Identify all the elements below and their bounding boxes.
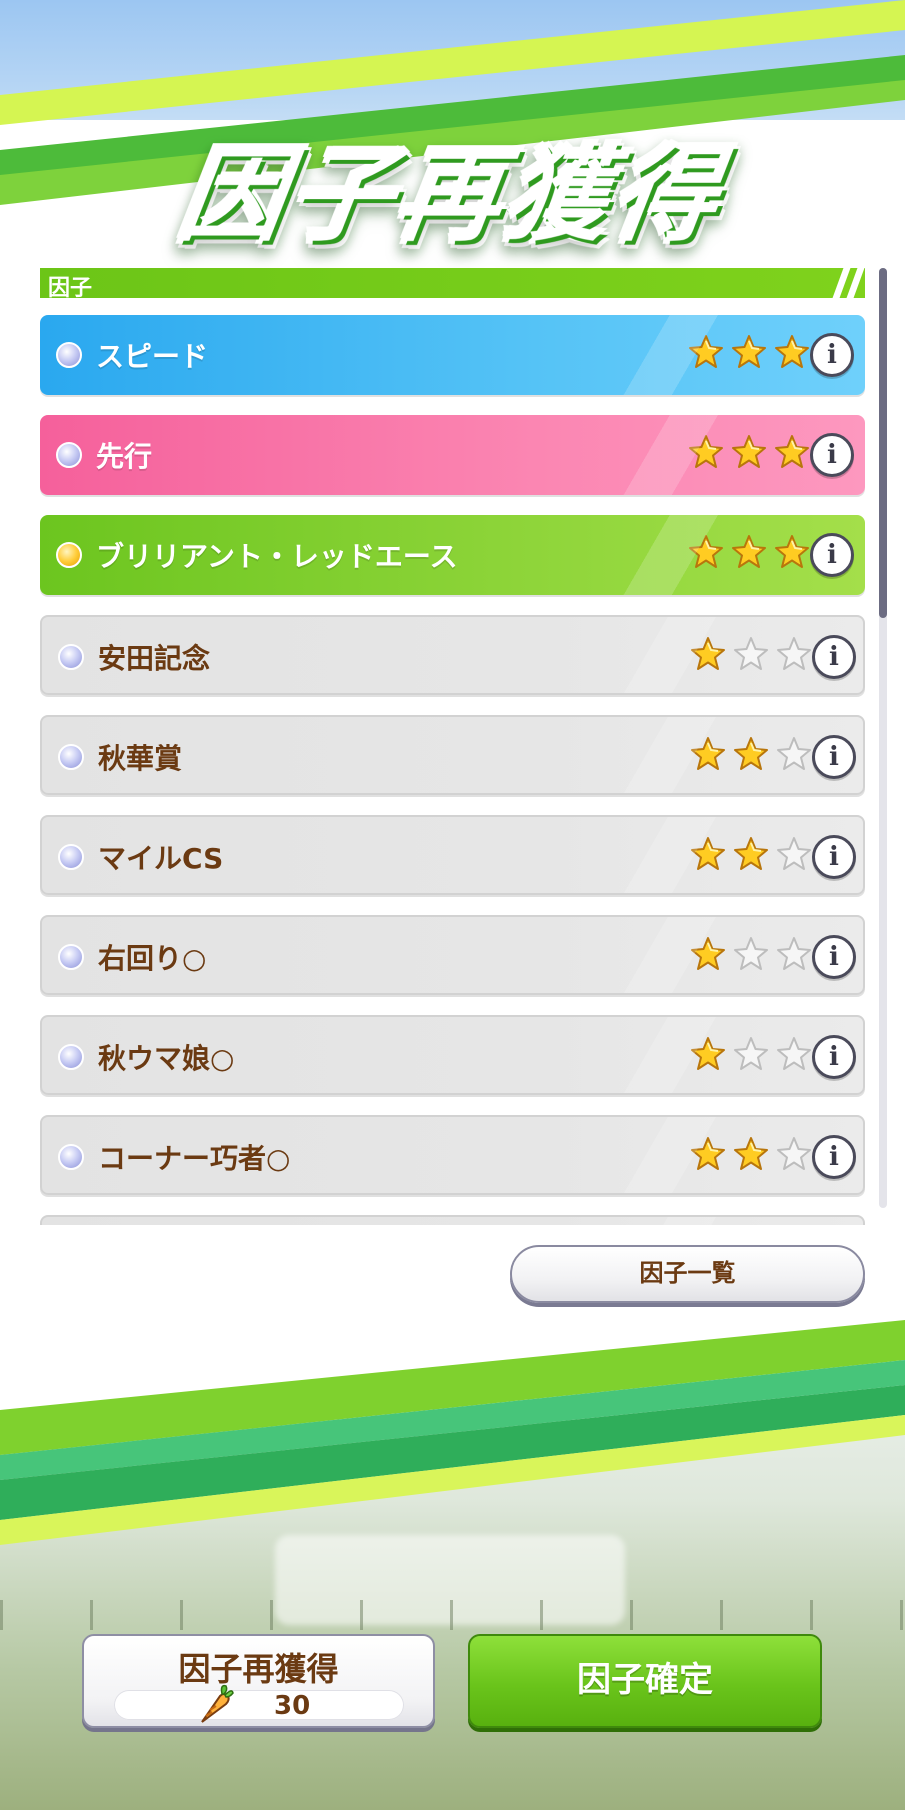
star-filled-icon [691,837,725,870]
factor-type-dot [58,1144,84,1170]
star-filled-icon [689,535,723,568]
factor-type-dot [56,542,82,568]
star-filled-icon [691,1137,725,1170]
star-empty-icon [777,737,812,770]
star-filled-icon [691,937,725,970]
star-empty-icon [734,637,769,670]
star-filled-icon [734,737,769,770]
info-icon[interactable]: i [810,533,854,577]
star-filled-icon [775,535,810,568]
factor-name: 右回り○ [98,942,207,975]
info-icon[interactable]: i [810,333,854,377]
factor-row[interactable] [40,1215,865,1225]
star-filled-icon [689,335,723,368]
star-filled-icon [775,335,810,368]
factor-type-dot [56,342,82,368]
star-filled-icon [732,335,767,368]
star-empty-icon [734,937,769,970]
star-filled-icon [691,637,725,670]
factor-name: コーナー巧者○ [98,1142,291,1175]
factor-list-button[interactable]: 因子一覧 [510,1245,865,1303]
factor-row[interactable]: 秋ウマ娘○ i [40,1015,865,1095]
factor-type-dot [58,844,84,870]
info-icon[interactable]: i [812,735,856,779]
factor-row[interactable]: 先行 i [40,415,865,495]
factor-type-dot [58,644,84,670]
star-empty-icon [777,637,812,670]
star-filled-icon [691,737,725,770]
factor-name: 先行 [96,440,153,473]
factor-row[interactable]: スピード i [40,315,865,395]
list-scrollbar[interactable] [879,268,887,1208]
star-empty-icon [777,1137,812,1170]
factor-stars [690,935,814,979]
factor-row[interactable]: 安田記念 i [40,615,865,695]
factor-row[interactable]: ブリリアント・レッドエース i [40,515,865,595]
star-empty-icon [734,1037,769,1070]
reacquire-cost: 30 [114,1684,404,1723]
factor-stars [688,533,812,577]
reacquire-button-label: 因子再獲得 [178,1650,339,1688]
factor-name: 秋ウマ娘○ [98,1042,235,1075]
page-title: 因子再獲得 [0,110,905,256]
factor-type-dot [56,442,82,468]
info-icon[interactable]: i [810,433,854,477]
header-slash [846,268,865,298]
carrot-icon [201,1684,234,1723]
factor-name: マイルCS [98,842,224,875]
star-empty-icon [777,837,812,870]
factor-stars [688,433,812,477]
factor-type-dot [58,744,84,770]
section-header: 因子 [40,268,865,298]
info-icon[interactable]: i [812,1035,856,1079]
star-filled-icon [734,1137,769,1170]
star-empty-icon [777,1037,812,1070]
factor-type-dot [58,1044,84,1070]
factor-name: 安田記念 [98,642,211,675]
fence [0,1600,905,1630]
factor-stars [690,1035,814,1079]
factor-row[interactable]: 秋華賞 i [40,715,865,795]
star-empty-icon [777,937,812,970]
section-header-label: 因子 [48,276,93,301]
factor-stars [690,735,814,779]
factor-name: ブリリアント・レッドエース [96,540,458,573]
factor-row[interactable]: 右回り○ i [40,915,865,995]
scrollbar-thumb[interactable] [879,268,887,618]
factor-stars [690,1135,814,1179]
factor-stars [690,635,814,679]
info-icon[interactable]: i [812,1135,856,1179]
star-filled-icon [732,435,767,468]
info-icon[interactable]: i [812,935,856,979]
page-title-text: 因子再獲得 [172,110,733,261]
info-icon[interactable]: i [812,835,856,879]
reacquire-button[interactable]: 因子再獲得 30 [82,1634,435,1728]
factor-stars [688,333,812,377]
star-filled-icon [775,435,810,468]
factor-row[interactable]: マイルCS i [40,815,865,895]
reacquire-cost-value: 30 [274,1691,311,1721]
factor-row[interactable]: コーナー巧者○ i [40,1115,865,1195]
star-filled-icon [689,435,723,468]
factor-stars [690,835,814,879]
factor-name: スピード [96,340,209,373]
factor-type-dot [58,944,84,970]
confirm-factor-button[interactable]: 因子確定 [468,1634,822,1728]
info-icon[interactable]: i [812,635,856,679]
star-filled-icon [732,535,767,568]
factor-name: 秋華賞 [98,742,183,775]
star-filled-icon [734,837,769,870]
factor-list: スピード i 先行 i ブリリアント・レッドエース i 安田記念 i 秋華賞 i… [40,315,865,1225]
star-filled-icon [691,1037,725,1070]
